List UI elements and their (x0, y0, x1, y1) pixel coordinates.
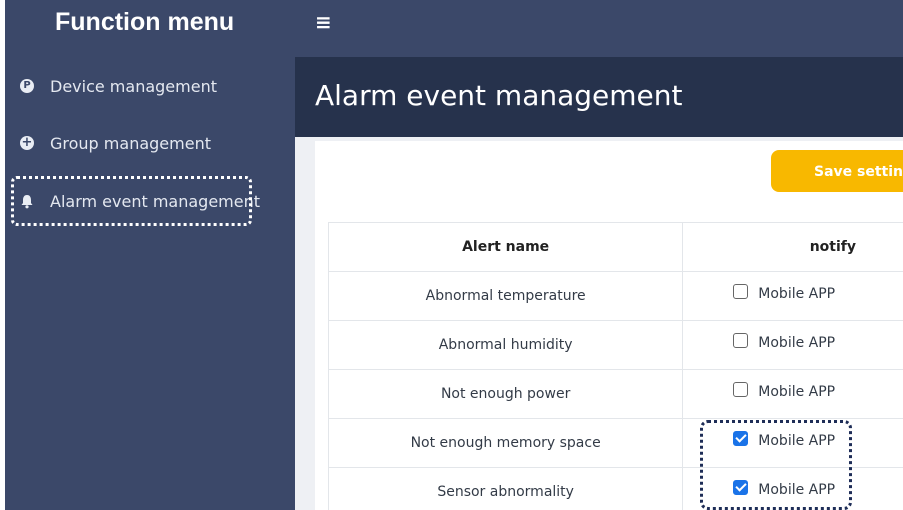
page-title-bar: Alarm event management (295, 57, 903, 137)
mobile-app-option[interactable]: Mobile APP (733, 332, 836, 352)
checkbox-highlight-outline (700, 420, 852, 510)
option-label: Mobile APP (758, 384, 836, 401)
highlight-outline (11, 176, 252, 226)
sidebar: Function menu P Device management + Grou… (5, 0, 295, 510)
alert-name: Not enough memory space (327, 418, 684, 468)
sidebar-item-label: Group management (50, 133, 211, 153)
sidebar-item-label: Device management (50, 76, 217, 96)
table-row: Abnormal temperature Mobile APP (327, 271, 903, 321)
p-circle-icon: P (20, 79, 34, 93)
top-navbar: ≡ (295, 0, 903, 57)
alert-name: Abnormal temperature (327, 271, 684, 321)
page-title: Alarm event management (315, 79, 683, 112)
table-header-row: Alert name notify (327, 222, 903, 272)
alert-name: Not enough power (327, 369, 684, 419)
table-row: Not enough power Mobile APP (327, 369, 903, 419)
sidebar-title: Function menu (55, 8, 235, 36)
sidebar-item-group-management[interactable]: + Group management (20, 131, 211, 155)
mobile-app-checkbox[interactable] (733, 381, 749, 397)
option-label: Mobile APP (758, 286, 836, 303)
hamburger-menu-icon[interactable]: ≡ (315, 10, 332, 34)
mobile-app-option[interactable]: Mobile APP (733, 283, 836, 303)
sidebar-item-device-management[interactable]: P Device management (20, 74, 217, 98)
save-settings-button[interactable]: Save settings (771, 150, 903, 192)
mobile-app-checkbox[interactable] (733, 283, 749, 299)
alert-name: Sensor abnormality (327, 467, 684, 510)
mobile-app-checkbox[interactable] (733, 332, 749, 348)
mobile-app-option[interactable]: Mobile APP (733, 381, 836, 401)
table-row: Abnormal humidity Mobile APP (327, 320, 903, 370)
alert-name: Abnormal humidity (327, 320, 684, 370)
plus-circle-icon: + (20, 135, 34, 150)
column-header-notify: notify (682, 222, 903, 272)
option-label: Mobile APP (758, 335, 836, 352)
column-header-alert-name: Alert name (327, 222, 684, 272)
